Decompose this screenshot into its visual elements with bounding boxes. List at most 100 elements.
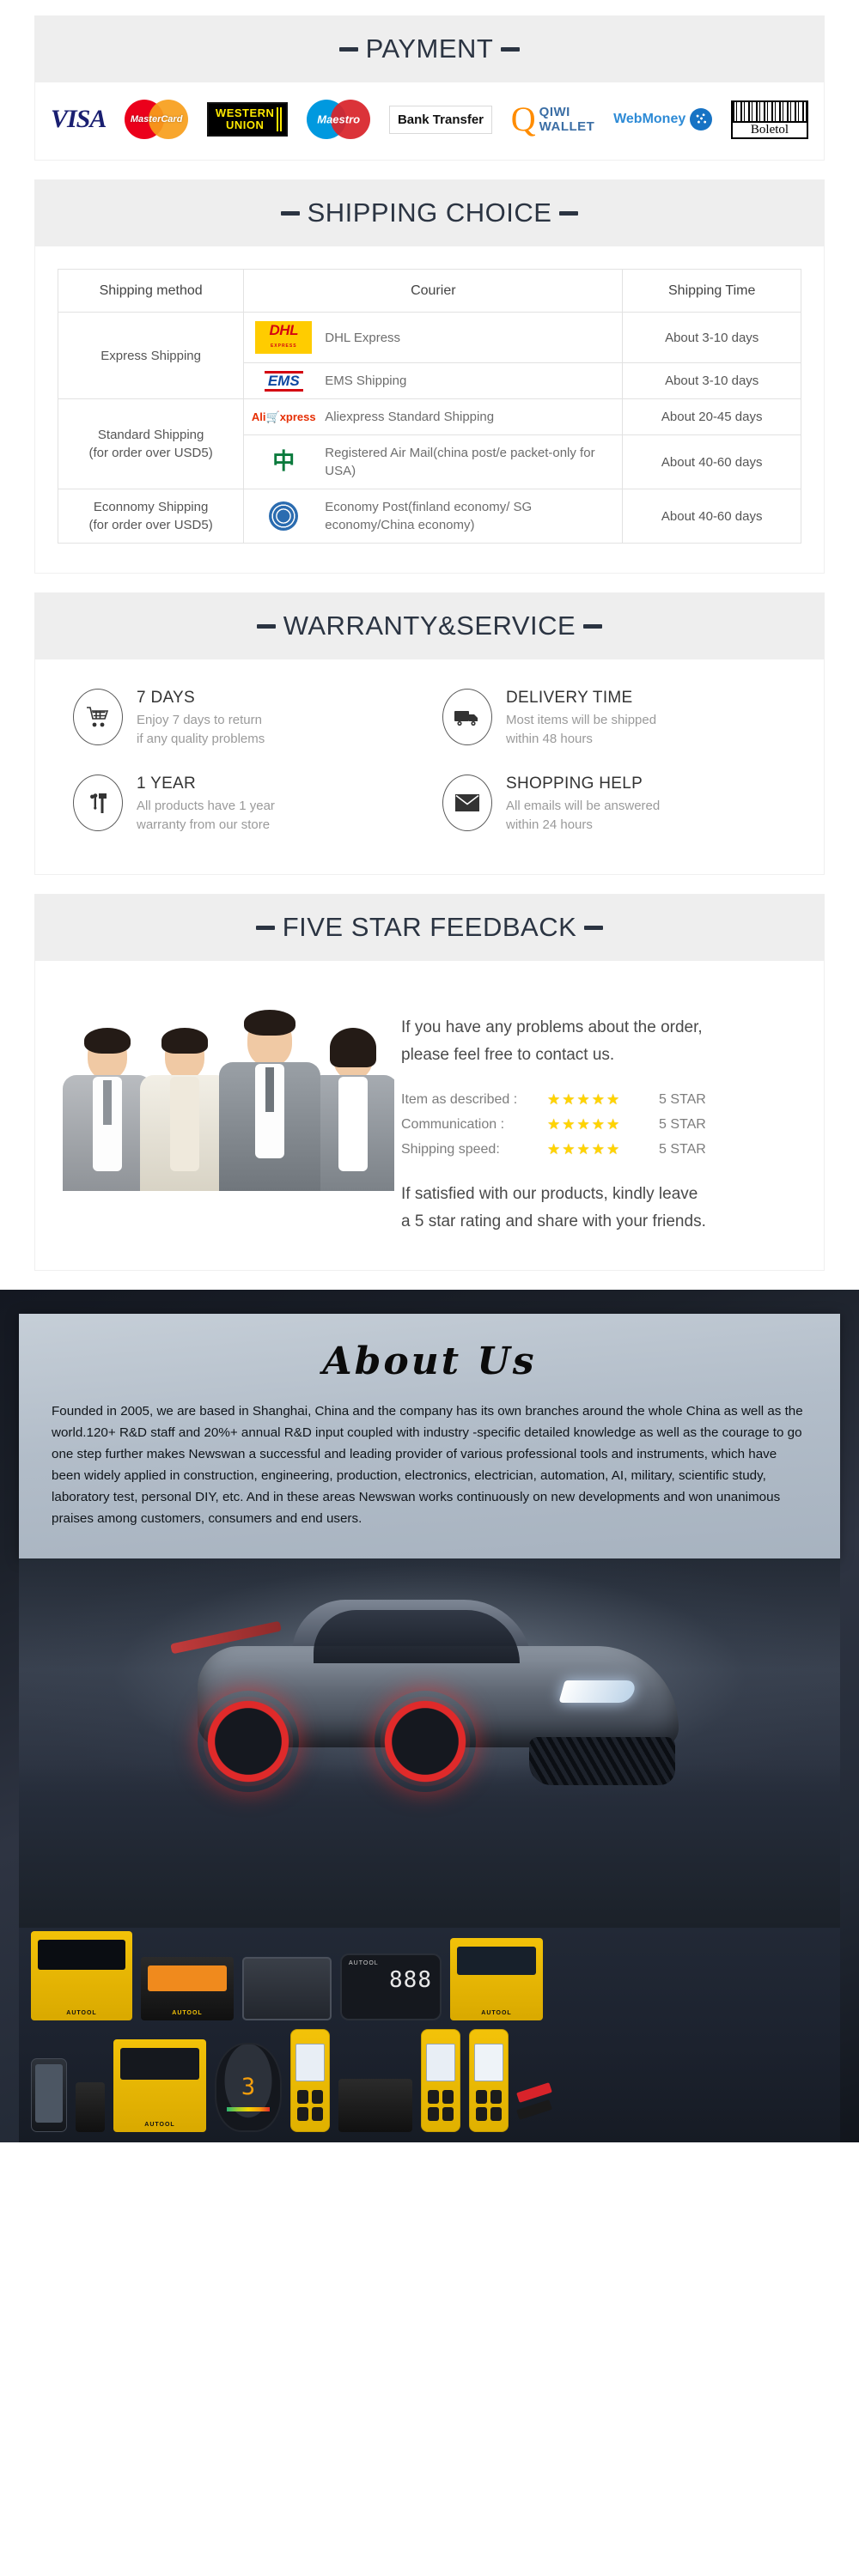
warranty-item-1-year: 1 YEAR All products have 1 year warranty…	[73, 775, 425, 835]
about-us-title: About Us	[322, 1340, 537, 1383]
about-us-body: Founded in 2005, we are based in Shangha…	[52, 1404, 803, 1526]
feedback-lead-line-2: please feel free to contact us.	[401, 1046, 615, 1064]
qiwi-label-2: WALLET	[539, 119, 595, 134]
product-circuit-tester	[290, 2029, 330, 2132]
delivery-truck-icon	[442, 689, 492, 745]
western-union-label-2: UNION	[225, 118, 265, 131]
rating-value: 5 STAR	[659, 1117, 706, 1132]
product-tool-case	[242, 1957, 332, 2020]
dhl-icon: DHL EXPRESS	[253, 321, 314, 354]
visa-logo: VISA	[51, 105, 107, 134]
payment-title: PAYMENT	[365, 33, 494, 64]
shipping-title: SHIPPING CHOICE	[307, 197, 552, 228]
feedback-body: If you have any problems about the order…	[34, 961, 825, 1271]
product-row-top: AUTOOL AUTOOL AUTOOL 888 AUTOOL	[19, 1931, 840, 2020]
shipping-body: Shipping method Courier Shipping Time Ex…	[34, 246, 825, 574]
warranty-heading: DELIVERY TIME	[506, 689, 633, 707]
shipping-section: SHIPPING CHOICE Shipping method Courier …	[34, 179, 825, 574]
warranty-item-shopping-help: SHOPPING HELP All emails will be answere…	[442, 775, 795, 835]
cell-courier: DHL EXPRESS DHL Express	[243, 312, 624, 363]
warranty-title-wrap: WARRANTY&SERVICE	[256, 611, 603, 641]
feedback-lead-line-1: If you have any problems about the order…	[401, 1018, 703, 1036]
method-label: Express Shipping	[101, 348, 201, 363]
rating-label: Shipping speed:	[401, 1142, 500, 1157]
product-diagnostic-scanner	[469, 2029, 509, 2132]
rating-label: Communication :	[401, 1117, 505, 1132]
dash-right-icon	[583, 623, 603, 629]
about-us-section: About Us Founded in 2005, we are based i…	[0, 1290, 859, 2142]
col-header-courier: Courier	[243, 269, 624, 313]
dash-right-icon	[501, 46, 521, 52]
cell-time: About 20-45 days	[622, 398, 801, 435]
cell-courier: Ali🛒xpress Aliexpress Standard Shipping	[243, 398, 624, 435]
feedback-title: FIVE STAR FEEDBACK	[282, 912, 577, 942]
warranty-heading: 1 YEAR	[137, 775, 197, 793]
star-rating-icon: ★★★★★	[547, 1091, 622, 1108]
col-header-method: Shipping method	[57, 269, 245, 313]
table-row: Econnomy Shipping (for order over USD5) …	[57, 489, 801, 544]
barcode-icon	[733, 101, 807, 121]
webmoney-label: WebMoney	[613, 112, 686, 126]
warranty-section: WARRANTY&SERVICE 7 DAYS Enjoy 7 days to …	[34, 592, 825, 875]
mastercard-logo: MasterCard	[125, 100, 189, 139]
feedback-content: If you have any problems about the order…	[401, 976, 801, 1236]
maestro-label: Maestro	[317, 112, 361, 126]
boleto-label: Boletol	[733, 120, 807, 137]
product-obd-dongle	[76, 2082, 105, 2132]
dash-right-icon	[584, 925, 604, 930]
cell-courier: Economy Post(finland economy/ SG economy…	[243, 489, 624, 544]
shopping-cart-icon	[73, 689, 123, 745]
cell-method-express: Express Shipping	[57, 312, 245, 399]
western-union-label-1: WESTERN	[215, 106, 275, 119]
payment-section: PAYMENT VISA MasterCard WESTERN UNION Ma…	[34, 15, 825, 161]
rating-value: 5 STAR	[659, 1092, 706, 1107]
maestro-logo: Maestro	[307, 100, 371, 139]
hero-car-image	[19, 1558, 840, 1928]
envelope-icon	[442, 775, 492, 831]
courier-label: Economy Post(finland economy/ SG economy…	[325, 500, 533, 532]
product-smoke-machine-black: AUTOOL	[141, 1957, 234, 2020]
payment-title-wrap: PAYMENT	[338, 33, 521, 64]
product-obd-phone	[31, 2058, 67, 2132]
method-label: Econnomy Shipping	[93, 500, 209, 514]
rating-row: Communication : ★★★★★ 5 STAR	[401, 1116, 801, 1133]
table-row: Express Shipping DHL EXPRESS DHL Express …	[57, 312, 801, 399]
tools-icon	[73, 775, 123, 831]
product-hud-display: AUTOOL 888	[340, 1953, 442, 2020]
warranty-line-2: warranty from our store	[137, 817, 271, 832]
cell-method-economy: Econnomy Shipping (for order over USD5)	[57, 489, 245, 544]
product-row-bottom: AUTOOL 3	[19, 2029, 840, 2132]
product-jumper-clamps	[516, 2082, 555, 2132]
warranty-heading: SHOPPING HELP	[506, 775, 643, 793]
method-note: (for order over USD5)	[88, 518, 213, 532]
col-header-time: Shipping Time	[622, 269, 801, 313]
gauge-value: 3	[241, 2074, 256, 2100]
dash-left-icon	[280, 210, 300, 216]
bank-transfer-label: Bank Transfer	[388, 105, 492, 134]
dash-left-icon	[255, 925, 275, 930]
rating-row: Shipping speed: ★★★★★ 5 STAR	[401, 1141, 801, 1158]
china-post-icon: 中	[272, 449, 295, 474]
courier-label: DHL Express	[325, 330, 401, 345]
product-battery-tester-handheld	[421, 2029, 460, 2132]
feedback-title-wrap: FIVE STAR FEEDBACK	[255, 912, 604, 943]
product-injector-cleaner: AUTOOL	[450, 1938, 543, 2020]
aliexpress-icon: Ali🛒xpress	[251, 410, 316, 423]
car-windshield	[314, 1610, 520, 1663]
feedback-header: FIVE STAR FEEDBACK	[34, 894, 825, 961]
payment-body: VISA MasterCard WESTERN UNION Maestro Ba…	[34, 82, 825, 161]
dash-left-icon	[256, 623, 276, 629]
warranty-line-1: Most items will be shipped	[506, 713, 657, 727]
cell-courier: 中 Registered Air Mail(china post/e packe…	[243, 434, 624, 489]
feedback-footer: If satisfied with our products, kindly l…	[401, 1181, 801, 1236]
warranty-line-1: All emails will be answered	[506, 799, 661, 813]
dash-right-icon	[559, 210, 579, 216]
cell-time: About 3-10 days	[622, 312, 801, 363]
webmoney-logo: WebMoney	[613, 108, 713, 131]
dash-left-icon	[338, 46, 358, 52]
star-rating-icon: ★★★★★	[547, 1141, 622, 1157]
western-union-logo: WESTERN UNION	[206, 102, 289, 137]
product-digital-gauge: 3	[215, 2043, 282, 2132]
ems-icon: EMS	[264, 370, 303, 392]
star-rating-icon: ★★★★★	[547, 1116, 622, 1133]
